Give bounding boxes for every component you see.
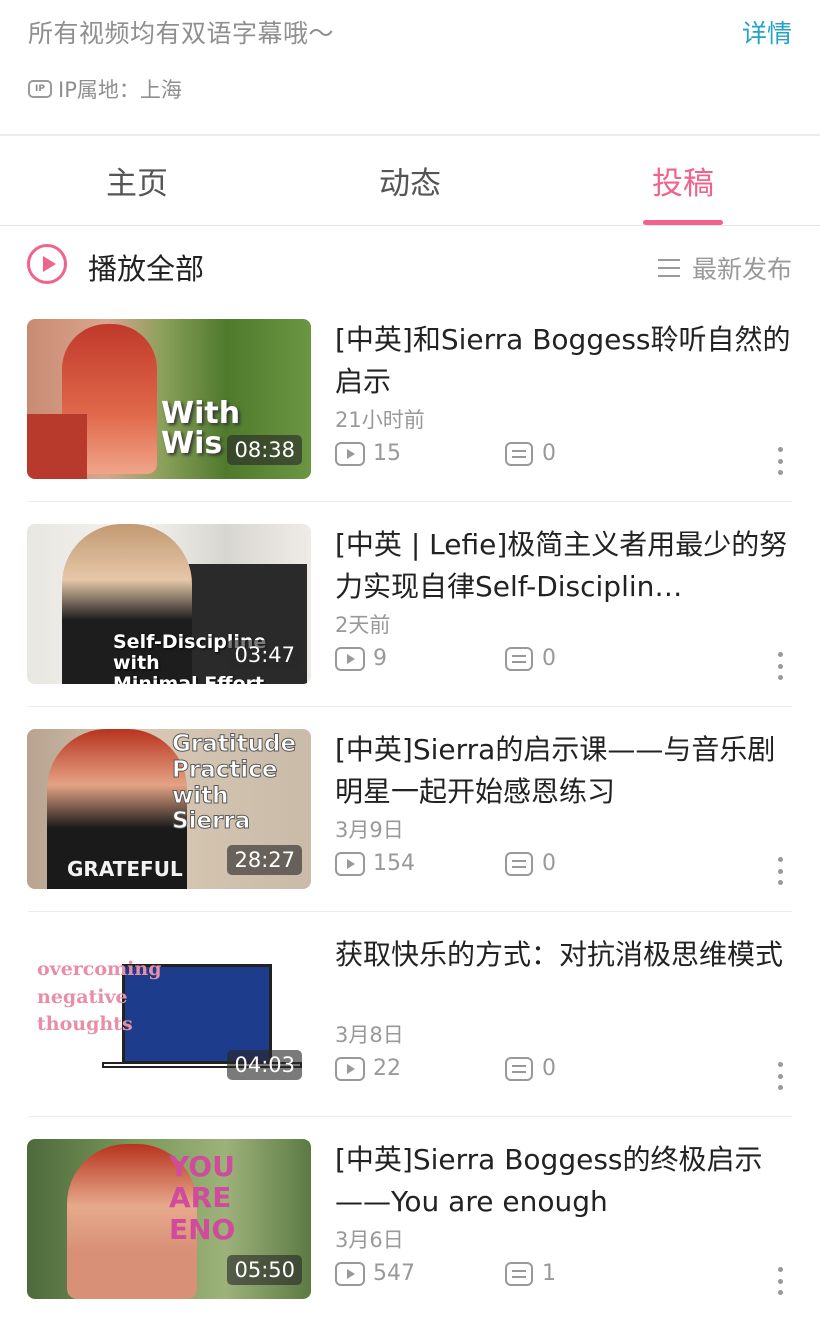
video-thumbnail[interactable]: YOU ARE ENO 05:50 <box>27 1139 311 1299</box>
video-thumbnail[interactable]: Self-Discipline with Minimal Effort 03:4… <box>27 524 311 684</box>
video-list-item[interactable]: With Wis 08:38 [中英]和Sierra Boggess聆听自然的启… <box>0 297 820 502</box>
video-duration: 05:50 <box>227 1255 302 1285</box>
sort-label: 最新发布 <box>691 255 792 284</box>
comment-count: 1 <box>542 1261 556 1286</box>
video-date: 3月9日 <box>335 818 404 842</box>
video-title[interactable]: [中英]和Sierra Boggess聆听自然的启示 <box>335 319 795 403</box>
more-icon[interactable] <box>778 1267 784 1295</box>
view-count: 15 <box>373 441 401 466</box>
more-icon[interactable] <box>778 857 784 885</box>
comment-icon <box>505 441 533 466</box>
tab-uploads[interactable]: 投稿 <box>618 158 748 203</box>
video-date: 21小时前 <box>335 408 425 432</box>
tab-bar: 主页 动态 投稿 <box>0 138 820 226</box>
play-circle-icon[interactable] <box>27 244 67 284</box>
comment-icon <box>505 1056 533 1081</box>
comment-icon <box>505 851 533 876</box>
more-icon[interactable] <box>778 447 784 475</box>
play-count-icon <box>335 1261 365 1286</box>
list-sort-icon <box>657 259 680 277</box>
sort-button[interactable]: 最新发布 <box>657 250 792 286</box>
video-list-item[interactable]: overcoming negative thoughts 04:03 获取快乐的… <box>0 912 820 1117</box>
comment-count: 0 <box>542 646 556 671</box>
video-date: 3月8日 <box>335 1023 404 1047</box>
video-thumbnail[interactable]: overcoming negative thoughts 04:03 <box>27 934 311 1094</box>
video-list-item[interactable]: YOU ARE ENO 05:50 [中英]Sierra Boggess的终极启… <box>0 1117 820 1322</box>
comment-count: 0 <box>542 851 556 876</box>
play-count-icon <box>335 851 365 876</box>
comment-icon <box>505 1261 533 1286</box>
comment-icon <box>505 646 533 671</box>
video-stats: 15 0 <box>335 441 556 466</box>
video-stats: 154 0 <box>335 851 556 876</box>
video-title[interactable]: 获取快乐的方式：对抗消极思维模式 <box>335 934 795 1018</box>
play-count-icon <box>335 1056 365 1081</box>
video-date: 3月6日 <box>335 1228 404 1252</box>
video-title[interactable]: [中英]Sierra的启示课——与音乐剧明星一起开始感恩练习 <box>335 729 795 813</box>
video-thumbnail[interactable]: GRATEFUL Gratitude Practice with Sierra … <box>27 729 311 889</box>
more-icon[interactable] <box>778 652 784 680</box>
ip-icon: IP <box>28 80 52 98</box>
video-duration: 28:27 <box>227 845 302 875</box>
video-stats: 9 0 <box>335 646 556 671</box>
view-count: 22 <box>373 1056 401 1081</box>
shirt-text: GRATEFUL <box>67 857 183 881</box>
profile-header: 所有视频均有双语字幕哦～ 详情 IP IP属地：上海 <box>0 0 820 136</box>
more-icon[interactable] <box>778 1062 784 1090</box>
video-list-item[interactable]: Self-Discipline with Minimal Effort 03:4… <box>0 502 820 707</box>
video-list-item[interactable]: GRATEFUL Gratitude Practice with Sierra … <box>0 707 820 912</box>
list-action-row: 播放全部 最新发布 <box>0 232 820 298</box>
view-count: 154 <box>373 851 415 876</box>
thumbnail-text: overcoming negative thoughts <box>37 958 162 1036</box>
view-count: 547 <box>373 1261 415 1286</box>
video-thumbnail[interactable]: With Wis 08:38 <box>27 319 311 479</box>
thumbnail-text: Gratitude Practice with Sierra <box>171 731 297 835</box>
comment-count: 0 <box>542 1056 556 1081</box>
play-all-button[interactable]: 播放全部 <box>88 246 204 288</box>
thumbnail-text: YOU ARE ENO <box>169 1150 236 1246</box>
video-title[interactable]: [中英 | Lefie]极简主义者用最少的努力实现自律Self-Discipli… <box>335 524 795 608</box>
hair-shape <box>27 414 87 479</box>
profile-bio: 所有视频均有双语字幕哦～ <box>28 19 335 48</box>
ip-location-row: IP IP属地：上海 <box>28 74 182 104</box>
video-duration: 04:03 <box>227 1050 302 1080</box>
comment-count: 0 <box>542 441 556 466</box>
video-duration: 08:38 <box>227 435 302 465</box>
play-count-icon <box>335 646 365 671</box>
ip-location-text: IP属地：上海 <box>58 78 182 102</box>
video-duration: 03:47 <box>227 640 302 670</box>
tab-dynamics[interactable]: 动态 <box>345 158 475 203</box>
video-stats: 547 1 <box>335 1261 556 1286</box>
active-tab-indicator <box>643 220 723 225</box>
video-stats: 22 0 <box>335 1056 556 1081</box>
detail-link[interactable]: 详情 <box>742 14 792 50</box>
tab-home[interactable]: 主页 <box>72 158 202 203</box>
video-date: 2天前 <box>335 613 391 637</box>
video-title[interactable]: [中英]Sierra Boggess的终极启示——You are enough <box>335 1139 795 1223</box>
view-count: 9 <box>373 646 387 671</box>
play-count-icon <box>335 441 365 466</box>
